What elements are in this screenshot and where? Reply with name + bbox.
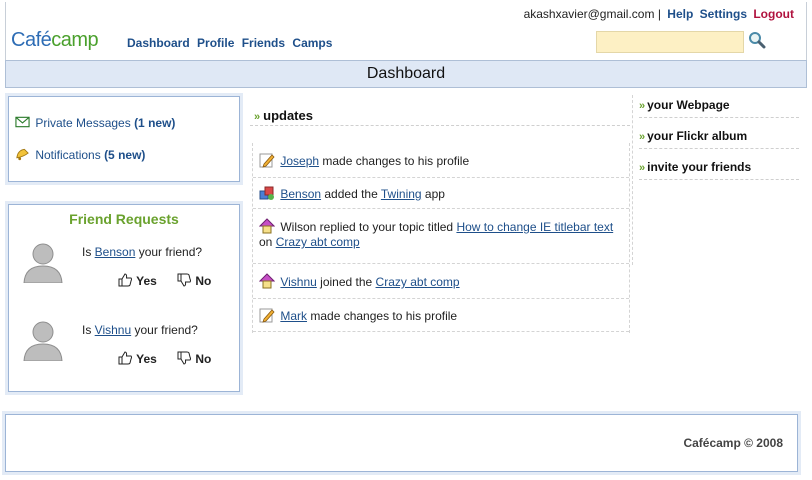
user-email: akashxavier@gmail.com bbox=[523, 7, 655, 21]
nav-friends[interactable]: Friends bbox=[242, 36, 285, 50]
logo[interactable]: Cafécamp bbox=[11, 29, 99, 52]
accept-button[interactable]: Yes bbox=[118, 351, 157, 366]
page-title: Dashboard bbox=[5, 60, 807, 88]
update-item: Mark made changes to his profile bbox=[253, 300, 629, 332]
nav-camps[interactable]: Camps bbox=[292, 36, 332, 50]
envelope-icon bbox=[15, 116, 30, 128]
footer: Cafécamp © 2008 bbox=[2, 411, 801, 475]
search-icon bbox=[749, 32, 766, 49]
friend-name-link[interactable]: Benson bbox=[95, 245, 136, 259]
thumbs-up-icon bbox=[118, 273, 132, 287]
user-link[interactable]: Vishnu bbox=[280, 275, 316, 289]
user-link[interactable]: Joseph bbox=[280, 154, 319, 168]
update-item: Vishnu joined the Crazy abt comp bbox=[253, 265, 629, 299]
topic-link[interactable]: How to change IE titlebar text bbox=[456, 220, 613, 234]
reject-button[interactable]: No bbox=[177, 273, 211, 288]
reject-button[interactable]: No bbox=[177, 351, 211, 366]
help-link[interactable]: Help bbox=[667, 7, 693, 21]
avatar bbox=[21, 317, 65, 361]
right-sidebar: » your Webpage » your Flickr album » invite… bbox=[632, 95, 799, 265]
pencil-icon bbox=[259, 153, 275, 168]
update-item: Benson added the Twining app bbox=[253, 179, 629, 209]
account-links: akashxavier@gmail.com | Help Settings Lo… bbox=[524, 7, 794, 21]
updates-list: Joseph made changes to his profile Benso… bbox=[252, 143, 630, 333]
separator: | bbox=[657, 7, 661, 21]
settings-link[interactable]: Settings bbox=[700, 7, 747, 21]
notification-icon bbox=[16, 148, 29, 161]
flickr-album-link[interactable]: » your Flickr album bbox=[639, 129, 799, 149]
copyright: Cafécamp © 2008 bbox=[683, 436, 783, 450]
messages-panel: Private Messages (1 new) Notifications (… bbox=[5, 93, 243, 185]
friend-request-question: Is Benson your friend? bbox=[82, 245, 203, 259]
thumbs-up-icon bbox=[118, 351, 132, 365]
pencil-icon bbox=[259, 308, 275, 323]
thumbs-down-icon bbox=[177, 273, 191, 287]
divider bbox=[250, 125, 630, 126]
camp-link[interactable]: Crazy abt comp bbox=[376, 275, 460, 289]
invite-friends-link[interactable]: » invite your friends bbox=[639, 160, 799, 180]
logout-link[interactable]: Logout bbox=[753, 7, 794, 21]
updates-heading: » updates bbox=[254, 108, 313, 123]
app-link[interactable]: Twining bbox=[381, 187, 422, 201]
notifications-link[interactable]: Notifications (5 new) bbox=[15, 147, 145, 162]
friend-requests-title: Friend Requests bbox=[69, 211, 179, 227]
user-link[interactable]: Benson bbox=[280, 187, 321, 201]
notifications-count: (5 new) bbox=[104, 148, 146, 162]
friend-request-question: Is Vishnu your friend? bbox=[82, 323, 198, 337]
app-icon bbox=[259, 186, 274, 200]
update-item: Joseph made changes to his profile bbox=[253, 148, 629, 178]
main-nav: Dashboard Profile Friends Camps bbox=[127, 36, 336, 50]
search-input[interactable] bbox=[596, 31, 744, 53]
update-item: Wilson replied to your topic titled How … bbox=[253, 210, 629, 264]
private-messages-count: (1 new) bbox=[134, 116, 176, 130]
camp-link[interactable]: Crazy abt comp bbox=[276, 235, 360, 249]
search-button[interactable] bbox=[747, 30, 767, 50]
friend-request-item: Is Benson your friend? Yes No bbox=[21, 239, 231, 299]
accept-button[interactable]: Yes bbox=[118, 273, 157, 288]
avatar bbox=[21, 239, 65, 283]
friend-name-link[interactable]: Vishnu bbox=[95, 323, 131, 337]
nav-dashboard[interactable]: Dashboard bbox=[127, 36, 190, 50]
thumbs-down-icon bbox=[177, 351, 191, 365]
topic-icon bbox=[259, 273, 275, 289]
user-link[interactable]: Mark bbox=[280, 309, 307, 323]
nav-profile[interactable]: Profile bbox=[197, 36, 234, 50]
friend-requests-panel: Friend Requests Is Benson your friend? Y… bbox=[5, 201, 243, 395]
webpage-link[interactable]: » your Webpage bbox=[639, 98, 799, 118]
private-messages-link[interactable]: Private Messages (1 new) bbox=[15, 115, 175, 130]
topic-icon bbox=[259, 218, 275, 234]
friend-request-item: Is Vishnu your friend? Yes No bbox=[21, 317, 231, 377]
